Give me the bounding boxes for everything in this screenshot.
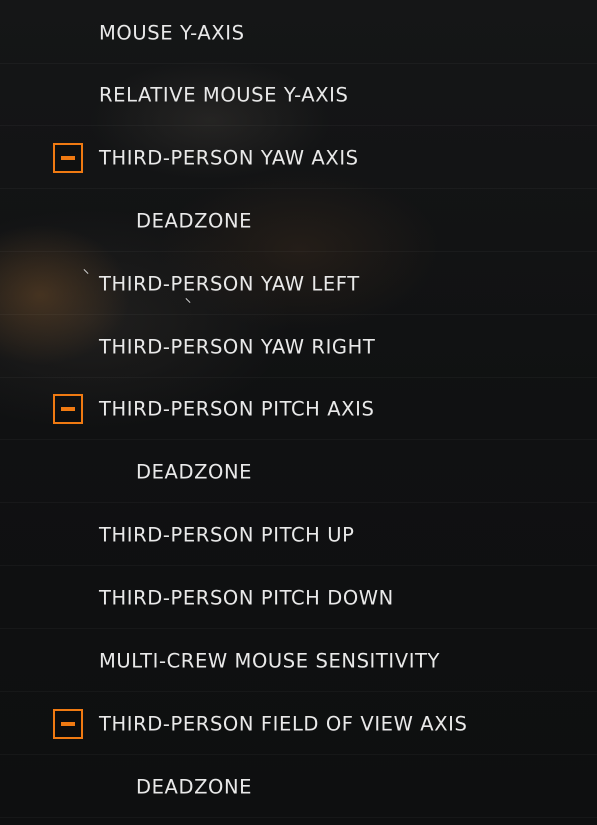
binding-row-third-person-yaw-left[interactable]: THIRD-PERSON YAW LEFT (0, 253, 597, 315)
binding-label: DEADZONE (136, 209, 253, 232)
minus-bar (61, 721, 75, 726)
binding-row-mouse-y-axis[interactable]: MOUSE Y-AXIS (0, 2, 597, 64)
binding-row-third-person-pitch-down[interactable]: THIRD-PERSON PITCH DOWN (0, 567, 597, 629)
binding-label: THIRD-PERSON FIELD OF VIEW AXIS (99, 712, 468, 735)
binding-row-multi-crew-mouse-sensitivity[interactable]: MULTI-CREW MOUSE SENSITIVITY (0, 630, 597, 692)
minus-bar (61, 155, 75, 160)
binding-label: MOUSE Y-AXIS (99, 21, 245, 44)
collapse-minus-icon[interactable] (53, 708, 83, 739)
binding-row-relative-mouse-y-axis[interactable]: RELATIVE MOUSE Y-AXIS (0, 64, 597, 126)
binding-row-fov-deadzone[interactable]: DEADZONE (0, 756, 597, 818)
binding-row-third-person-yaw-right[interactable]: THIRD-PERSON YAW RIGHT (0, 316, 597, 378)
binding-label: DEADZONE (136, 460, 253, 483)
binding-row-third-person-pitch-up[interactable]: THIRD-PERSON PITCH UP (0, 504, 597, 566)
binding-label: THIRD-PERSON PITCH DOWN (99, 586, 394, 609)
controls-binding-list: MOUSE Y-AXIS RELATIVE MOUSE Y-AXIS THIRD… (0, 0, 597, 825)
binding-row-pitch-deadzone[interactable]: DEADZONE (0, 441, 597, 503)
minus-bar (61, 406, 75, 411)
binding-label: DEADZONE (136, 775, 253, 798)
binding-label: RELATIVE MOUSE Y-AXIS (99, 83, 349, 106)
binding-label: THIRD-PERSON PITCH UP (99, 523, 355, 546)
binding-row-yaw-deadzone[interactable]: DEADZONE (0, 190, 597, 252)
binding-label: THIRD-PERSON YAW AXIS (99, 146, 359, 169)
binding-label: THIRD-PERSON PITCH AXIS (99, 397, 375, 420)
binding-label: THIRD-PERSON YAW LEFT (99, 272, 360, 295)
binding-label: MULTI-CREW MOUSE SENSITIVITY (99, 649, 441, 672)
binding-label: THIRD-PERSON YAW RIGHT (99, 335, 376, 358)
binding-row-third-person-pitch-axis[interactable]: THIRD-PERSON PITCH AXIS (0, 378, 597, 440)
collapse-minus-icon[interactable] (53, 142, 83, 173)
collapse-minus-icon[interactable] (53, 393, 83, 424)
binding-row-third-person-yaw-axis[interactable]: THIRD-PERSON YAW AXIS (0, 127, 597, 189)
binding-row-third-person-fov-axis[interactable]: THIRD-PERSON FIELD OF VIEW AXIS (0, 693, 597, 755)
